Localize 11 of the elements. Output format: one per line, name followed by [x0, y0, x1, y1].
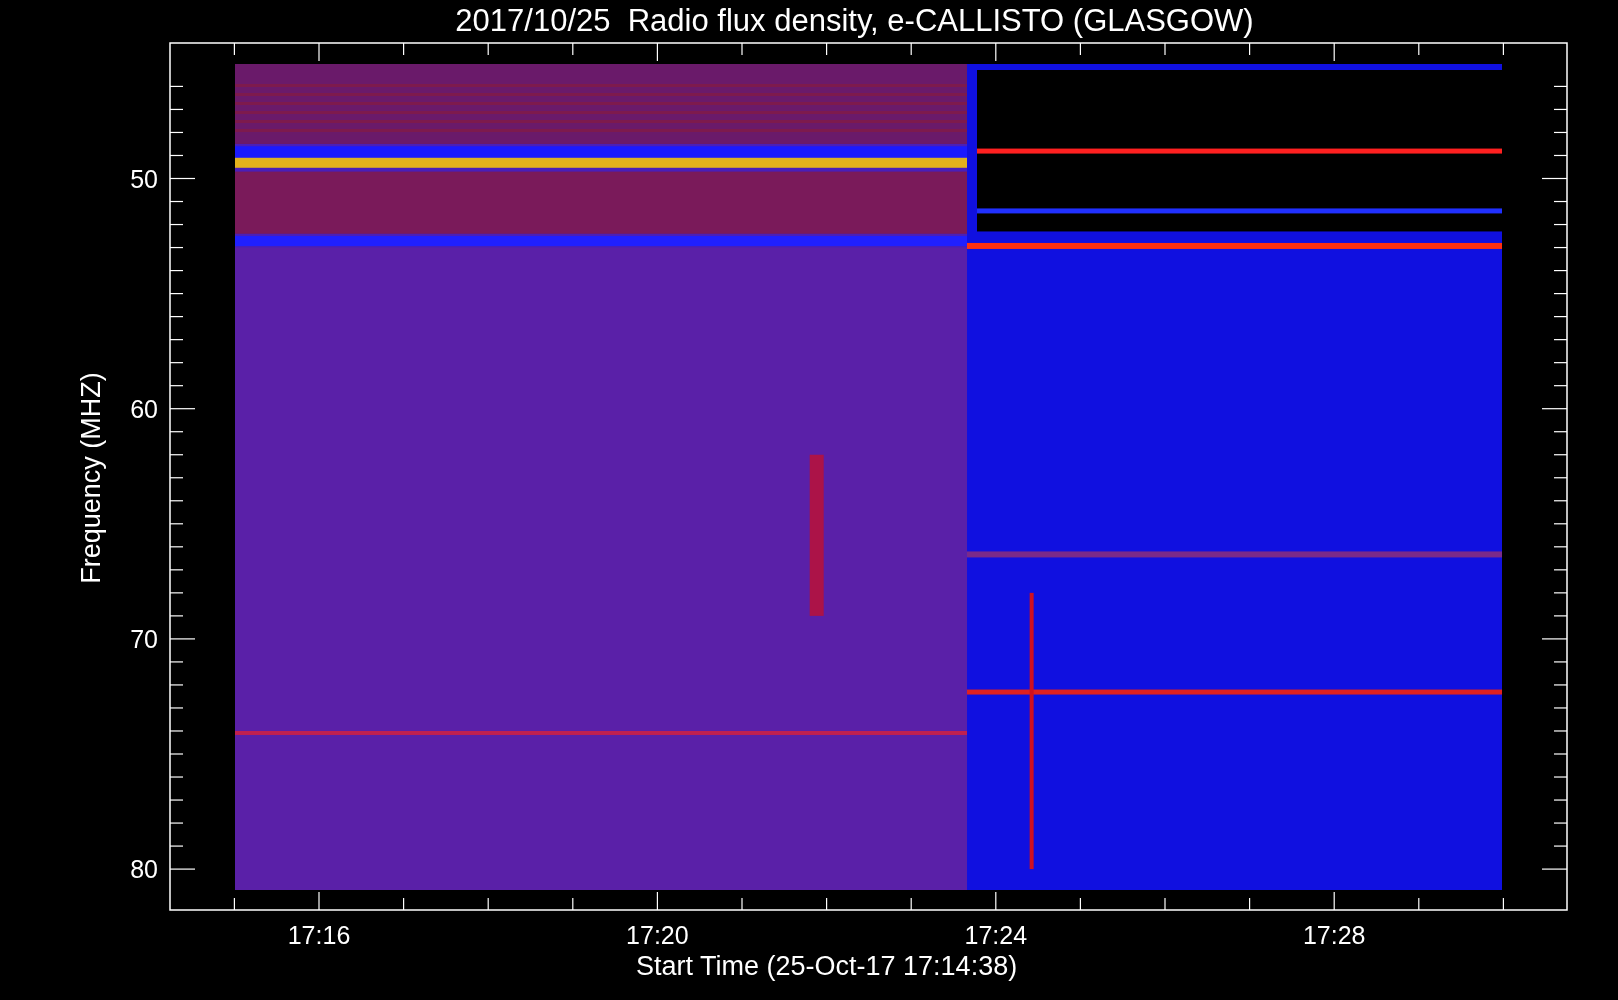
- x-tick-label: 17:20: [626, 921, 689, 949]
- y-tick-label: 70: [130, 624, 158, 653]
- y-axis-label: Frequency (MHZ): [76, 372, 106, 584]
- x-tick-label: 17:16: [287, 921, 351, 949]
- y-tick-label: 60: [130, 394, 158, 423]
- x-tick-label: 17:24: [964, 921, 1028, 949]
- chart-title: 2017/10/25 Radio flux density, e-CALLISTO (GLASGOW): [455, 3, 1254, 38]
- x-axis-label: Start Time (25-Oct-17 17:14:38): [636, 951, 1018, 981]
- x-tick-label: 17:28: [1302, 921, 1366, 949]
- y-tick-label: 80: [130, 855, 158, 884]
- y-tick-label: 50: [130, 164, 158, 193]
